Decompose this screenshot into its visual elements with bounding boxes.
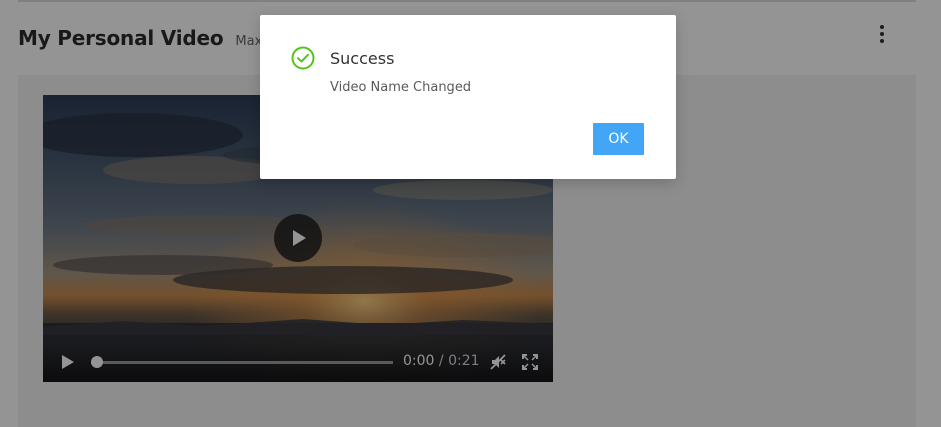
dialog-title: Success (330, 49, 395, 68)
success-dialog: Success Video Name Changed OK (260, 15, 676, 179)
check-circle-icon (291, 46, 315, 70)
ok-button[interactable]: OK (593, 123, 644, 155)
dialog-message: Video Name Changed (330, 80, 472, 95)
